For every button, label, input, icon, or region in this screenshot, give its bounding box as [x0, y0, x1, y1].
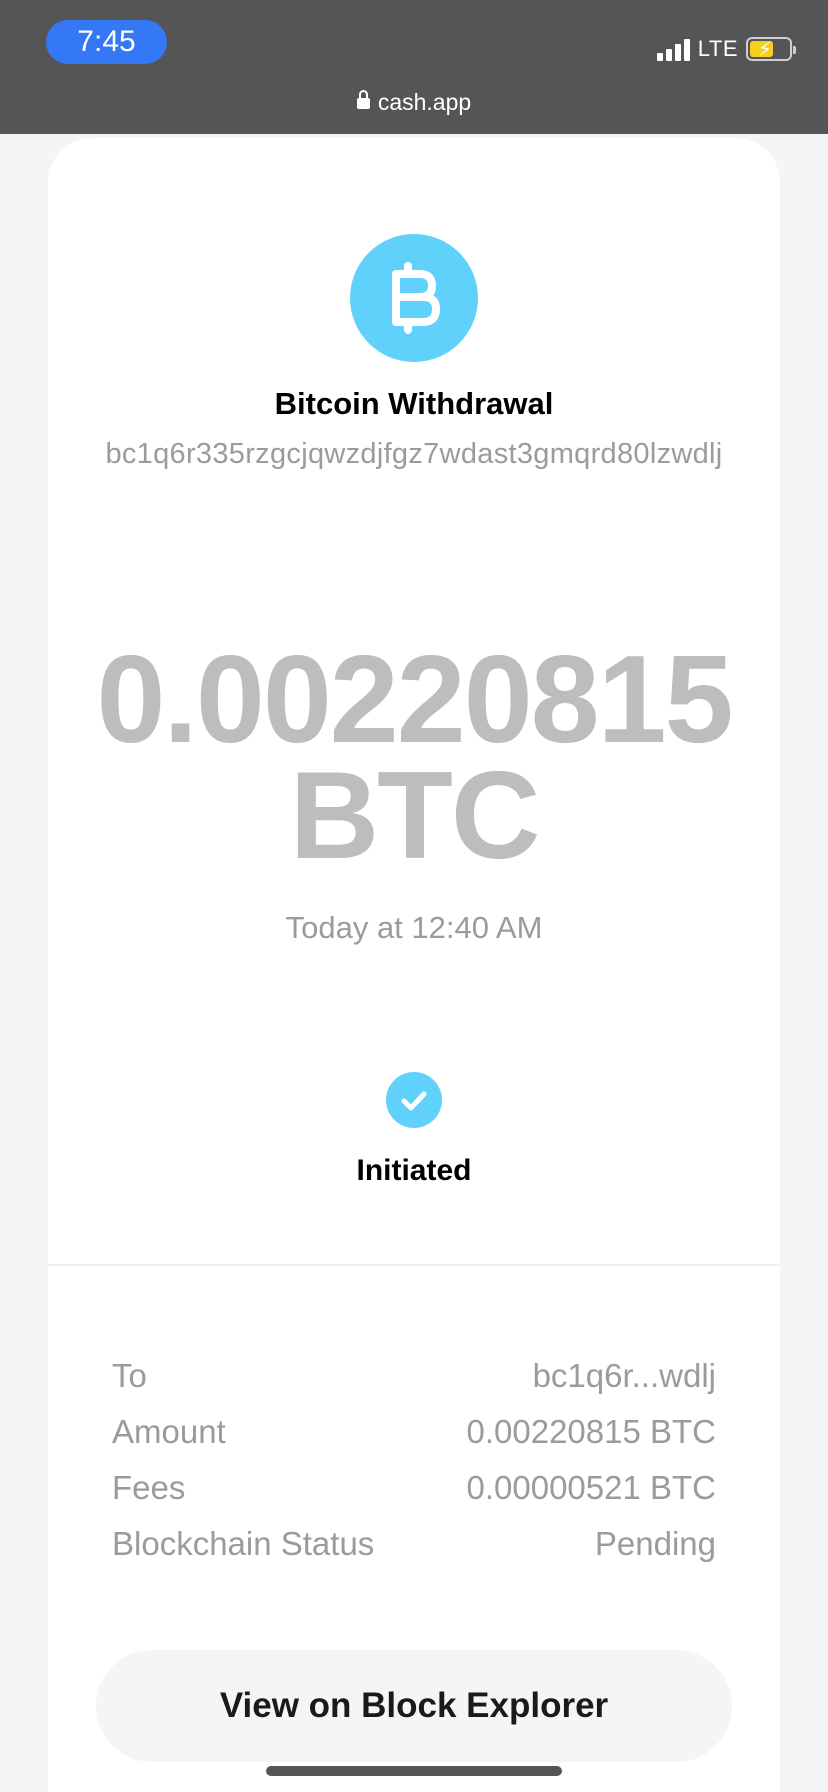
network-type: LTE: [697, 36, 738, 61]
lock-icon: [356, 90, 370, 112]
detail-value: Pending: [594, 1525, 716, 1562]
status-time[interactable]: 7:45: [46, 20, 167, 64]
detail-row-amount: Amount 0.00220815 BTC: [112, 1410, 716, 1466]
detail-row-to: To bc1q6r...wdlj: [112, 1354, 716, 1410]
transaction-timestamp: Today at 12:40 AM: [285, 910, 543, 945]
home-indicator[interactable]: [266, 1766, 562, 1776]
detail-row-blockchain-status: Blockchain Status Pending: [112, 1522, 716, 1578]
detail-label: Fees: [112, 1469, 186, 1506]
detail-value: 0.00220815 BTC: [466, 1413, 716, 1450]
battery-icon: ⚡: [746, 37, 796, 61]
charging-bolt-icon: ⚡: [758, 39, 773, 61]
wallet-address: bc1q6r335rzgcjqwzdjfgz7wdast3gmqrd80lzwd…: [105, 438, 723, 470]
detail-label: Amount: [112, 1413, 226, 1450]
divider: [48, 1264, 780, 1266]
url-text[interactable]: cash.app: [378, 89, 471, 116]
url-bar[interactable]: cash.app: [0, 84, 828, 120]
amount-unit: BTC: [289, 747, 541, 885]
transaction-details: To bc1q6r...wdlj Amount 0.00220815 BTC F…: [112, 1354, 716, 1578]
transaction-amount: 0.00220815 BTC: [48, 631, 780, 885]
signal-icon: [656, 37, 690, 61]
transaction-title: Bitcoin Withdrawal: [274, 386, 554, 421]
transaction-card: Bitcoin Withdrawal bc1q6r335rzgcjqwzdjfg…: [48, 138, 780, 1792]
detail-label: Blockchain Status: [112, 1525, 375, 1562]
amount-value: 0.00220815: [96, 631, 733, 769]
status-bar: 7:45 LTE ⚡ cash.app: [0, 0, 828, 134]
checkmark-icon: [386, 1072, 442, 1128]
view-block-explorer-button[interactable]: View on Block Explorer: [96, 1650, 732, 1762]
detail-row-fees: Fees 0.00000521 BTC: [112, 1466, 716, 1522]
transaction-status: Initiated: [356, 1154, 472, 1187]
detail-value: bc1q6r...wdlj: [532, 1357, 716, 1394]
status-indicators: LTE ⚡: [656, 34, 796, 64]
detail-label: To: [112, 1357, 147, 1394]
detail-value: 0.00000521 BTC: [466, 1469, 716, 1506]
bitcoin-icon: [350, 234, 478, 362]
